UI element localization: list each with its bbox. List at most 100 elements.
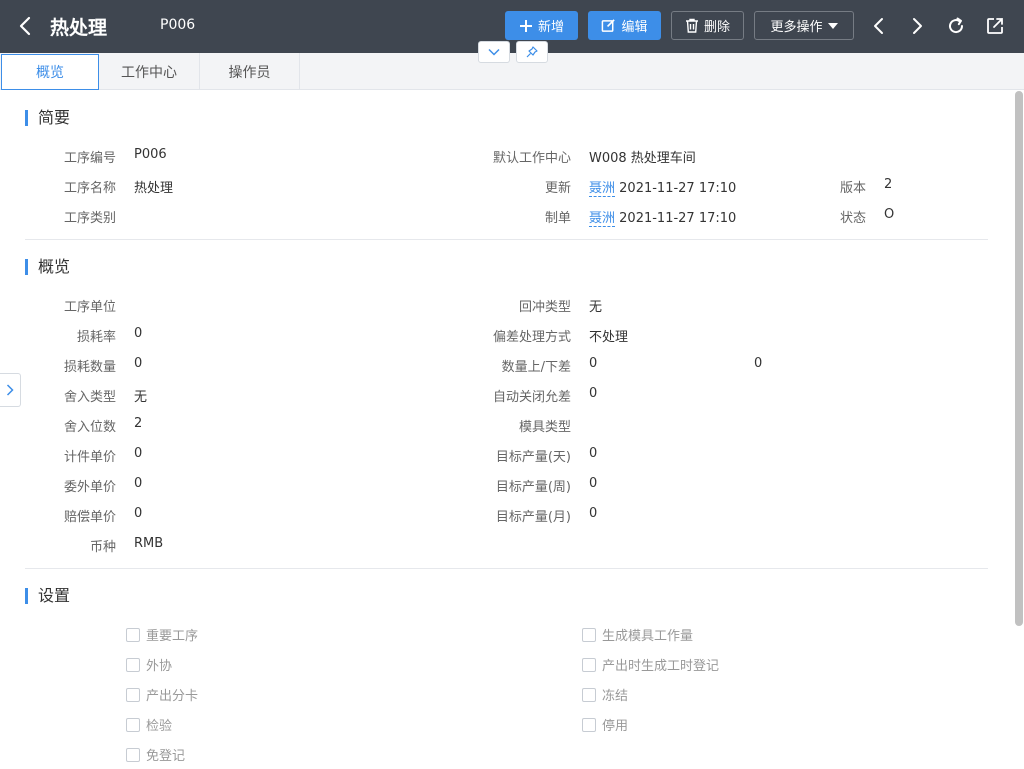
checkbox-box[interactable] [582,657,596,672]
default-work-center-label: 默认工作中心 [492,151,571,166]
created-label: 制单 [544,211,571,226]
tab-operators[interactable]: 操作员 [200,53,300,90]
trash-icon [685,18,698,33]
section-divider [25,239,988,240]
updated-time: 2021-11-27 17:10 [619,181,737,196]
checkbox-inspection[interactable]: 检验 [126,715,172,734]
field-value: 不处理 [589,330,629,345]
field-label: 目标产量(天) [495,450,571,465]
field-label: 自动关闭允差 [492,390,571,405]
checkbox-label: 产出分卡 [146,689,199,704]
expand-sidebar-button[interactable] [0,373,21,407]
checkbox-label: 产出时生成工时登记 [602,659,720,674]
field-value: 热处理 [134,181,174,196]
add-button[interactable]: 新增 [505,11,578,40]
delete-button[interactable]: 删除 [671,11,744,40]
pin-button[interactable] [516,41,548,63]
previous-record-icon[interactable] [867,14,891,38]
created-value: 聂洲 2021-11-27 17:10 [589,207,737,227]
vertical-scrollbar[interactable] [1014,91,1024,769]
checkbox-box[interactable] [582,717,596,732]
field-label: 计件单价 [63,450,116,465]
field-value: 0 [134,326,143,341]
field-label: 目标产量(月) [495,510,571,525]
created-time: 2021-11-27 17:10 [619,211,737,226]
checkbox-box[interactable] [126,717,140,732]
field-label: 币种 [89,540,116,555]
checkbox-output-split-card[interactable]: 产出分卡 [126,685,198,704]
pin-icon [526,46,538,58]
field-value: 0 [589,446,598,461]
tab-bar: 概览 工作中心 操作员 [0,53,1024,90]
checkbox-box[interactable] [126,657,140,672]
scrollbar-thumb[interactable] [1015,91,1023,626]
field-label: 数量上/下差 [501,360,571,375]
field-value: 0 [134,356,143,371]
checkbox-label: 生成模具工作量 [602,629,694,644]
back-arrow-icon[interactable] [14,14,38,38]
overview-section-title: 概览 [25,259,70,275]
field-label: 损耗率 [76,330,116,345]
page-title: 热处理 [50,17,108,39]
field-value: 2 [134,416,143,431]
field-label: 工序单位 [63,300,116,315]
collapse-header-button[interactable] [478,41,510,63]
record-code: P006 [160,17,196,33]
field-value: 无 [589,300,603,315]
default-work-center-value: W008 热处理车间 [589,151,696,166]
field-label: 回冲类型 [518,300,571,315]
checkbox-box[interactable] [582,687,596,702]
field-label: 目标产量(周) [495,480,571,495]
delete-button-label: 删除 [703,20,730,35]
checkbox-box[interactable] [126,687,140,702]
field-value: RMB [134,536,164,551]
checkbox-frozen[interactable]: 冻结 [582,685,628,704]
field-label: 模具类型 [518,420,571,435]
section-divider [25,568,988,569]
created-user-link[interactable]: 聂洲 [589,211,616,227]
checkbox-outsourcing[interactable]: 外协 [126,655,172,674]
share-icon[interactable] [983,14,1007,38]
field-value: 0 [589,386,598,401]
checkbox-label: 免登记 [146,749,186,764]
updated-value: 聂洲 2021-11-27 17:10 [589,177,737,197]
field-value: 0 [134,476,143,491]
checkbox-disabled[interactable]: 停用 [582,715,628,734]
tab-overview[interactable]: 概览 [1,54,99,90]
checkbox-label: 重要工序 [146,629,199,644]
checkbox-generate-hours-on-output[interactable]: 产出时生成工时登记 [582,655,719,674]
field-value: 0 [134,506,143,521]
updated-user-link[interactable]: 聂洲 [589,181,616,197]
checkbox-important-process[interactable]: 重要工序 [126,625,198,644]
field-label: 工序名称 [63,181,116,196]
more-actions-dropdown[interactable]: 更多操作 [754,11,854,40]
field-value: 无 [134,390,148,405]
summary-section-title: 简要 [25,110,70,126]
refresh-icon[interactable] [944,14,968,38]
next-record-icon[interactable] [905,14,929,38]
checkbox-no-registration[interactable]: 免登记 [126,745,185,764]
checkbox-label: 停用 [602,719,629,734]
field-label: 工序编号 [63,151,116,166]
checkbox-box[interactable] [126,747,140,762]
field-label: 工序类别 [63,211,116,226]
edit-button[interactable]: 编辑 [588,11,661,40]
tab-work-center[interactable]: 工作中心 [99,53,200,90]
field-label: 赔偿单价 [63,510,116,525]
more-actions-label: 更多操作 [770,20,823,35]
qty-upper-value: 0 [589,356,598,371]
checkbox-box[interactable] [582,627,596,642]
field-label: 舍入类型 [63,390,116,405]
qty-lower-value: 0 [754,356,763,371]
field-label: 舍入位数 [63,420,116,435]
add-button-label: 新增 [537,20,564,35]
status-value: O [884,207,895,222]
field-label: 损耗数量 [63,360,116,375]
edit-button-label: 编辑 [621,20,648,35]
checkbox-box[interactable] [126,627,140,642]
checkbox-label: 外协 [146,659,173,674]
field-value: P006 [134,147,167,162]
checkbox-generate-mold-workload[interactable]: 生成模具工作量 [582,625,693,644]
field-value: 0 [589,506,598,521]
status-label: 状态 [839,211,866,226]
